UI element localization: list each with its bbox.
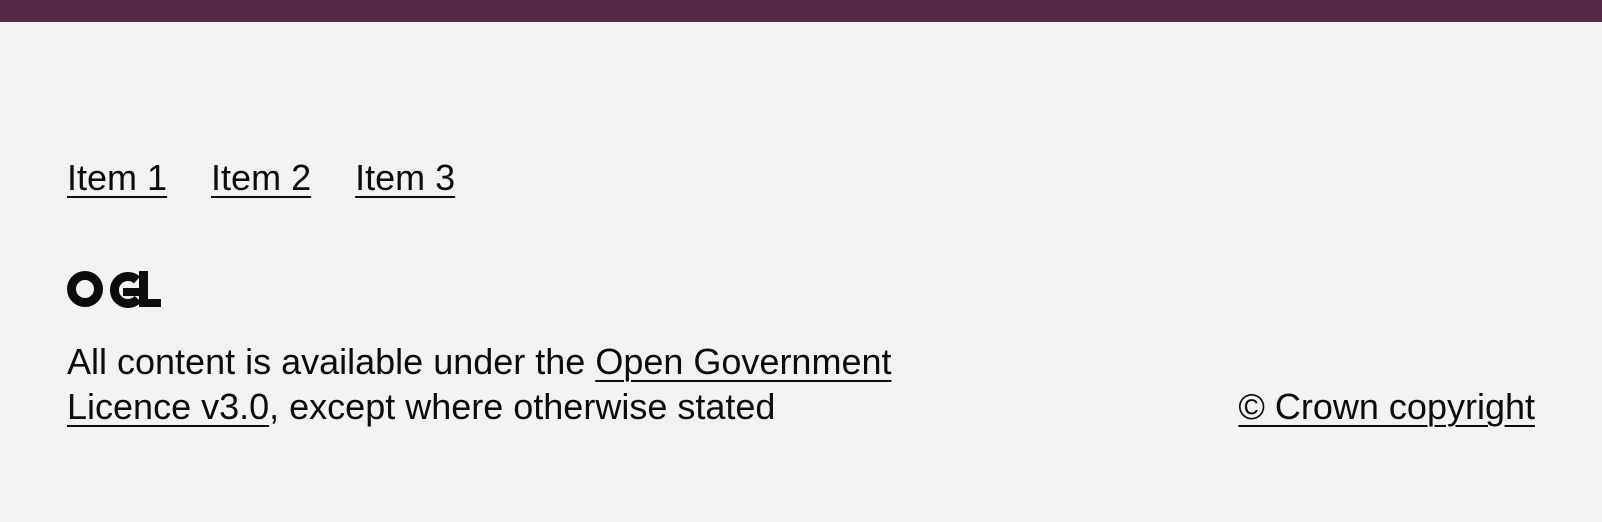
licence-prefix: All content is available under the [67,341,596,382]
footer-link-item-2: Item 2 [211,156,311,200]
footer-link-item-3-link[interactable]: Item 3 [355,157,455,198]
footer-link-item-1-link[interactable]: Item 1 [67,157,167,198]
licence-suffix: , except where otherwise stated [269,386,776,427]
footer: Item 1 Item 2 Item 3 All content is avai… [0,22,1602,522]
footer-link-item-1: Item 1 [67,156,167,200]
ogl-logo-icon [67,271,161,308]
licence-statement: All content is available under the Open … [67,339,947,429]
footer-link-item-3: Item 3 [355,156,455,200]
crown-copyright-link[interactable]: © Crown copyright [1238,384,1535,429]
footer-link-item-2-link[interactable]: Item 2 [211,157,311,198]
top-accent-bar [0,0,1602,22]
footer-links-list: Item 1 Item 2 Item 3 [67,156,455,200]
